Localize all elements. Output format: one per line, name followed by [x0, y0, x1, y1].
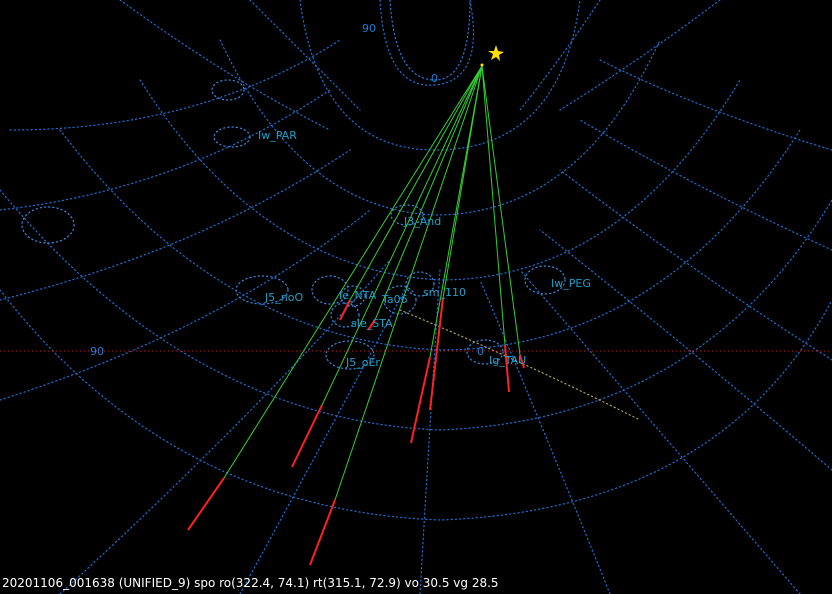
meteor-tracks	[187, 65, 525, 566]
meteor-track-line	[223, 65, 483, 479]
grid-parallel	[139, 79, 741, 281]
meteor-track-line	[321, 65, 483, 406]
meteor-trail-segment	[309, 499, 336, 566]
grid-meridian	[519, 0, 601, 111]
grid-meridian	[559, 0, 721, 111]
radiant-star-shape	[488, 45, 504, 61]
grid-parallel	[299, 0, 581, 151]
station-label-sm-110: sm_110	[423, 286, 466, 299]
grid-parallel	[379, 0, 474, 86]
grid-meridian	[539, 229, 832, 471]
grid-meridian	[0, 149, 351, 301]
grid-label-top-0: 0	[431, 72, 438, 85]
station-label-iw-peg: Iw_PEG	[551, 277, 591, 290]
grid-meridian	[559, 169, 832, 361]
grid-meridian	[0, 209, 371, 401]
grid-meridian	[119, 0, 331, 131]
station-label-iw-par: Iw_PAR	[258, 129, 297, 142]
status-bar-text: 20201106_001638 (UNIFIED_9) spo ro(322.4…	[2, 576, 499, 590]
grid-meridian	[9, 39, 341, 131]
grid-label-left-90: 90	[90, 345, 104, 358]
station-fov-ellipse	[213, 126, 251, 148]
grid-meridian	[519, 269, 801, 594]
grid-pole-arc	[389, 0, 471, 81]
radiant-star-icon	[480, 45, 504, 67]
meteor-track-line	[481, 65, 521, 356]
station-label-j5-oer: J5_oEr	[345, 356, 380, 369]
grid-meridian	[249, 0, 361, 111]
grid-meridian	[59, 259, 391, 594]
meteor-trail-segment	[291, 404, 323, 468]
station-label-ig-tau: Ig_TAU	[489, 354, 526, 367]
meteor-trail-segment	[504, 344, 510, 393]
meteor-trail-segment	[410, 356, 431, 444]
station-label-ie-nta: Ie_NTA	[339, 289, 377, 302]
station-label-sie-sta: sIe_STA	[351, 317, 393, 330]
grid-parallel	[59, 129, 801, 351]
meteor-trail-segment	[187, 477, 225, 531]
coordinate-grid	[0, 0, 832, 594]
meteor-track-line	[334, 65, 483, 501]
station-label-j5-noo: J5_noO	[264, 291, 303, 304]
grid-parallel	[0, 289, 832, 521]
radiant-dot	[480, 63, 484, 67]
grid-meridian	[0, 89, 331, 211]
meteor-track-line	[374, 65, 483, 321]
station-label-j3-and: J3_And	[403, 215, 441, 228]
station-fov-ellipse	[211, 79, 245, 101]
meteor-track-line	[481, 65, 506, 346]
sky-projection-view: 90 0 90 0 Iw_PAR J3_And J5_noO Ie_NTA Ta…	[0, 0, 832, 594]
grid-label-right-0: 0	[477, 345, 484, 358]
grid-label-top-90: 90	[362, 22, 376, 35]
grid-meridian	[579, 119, 832, 251]
grid-meridian	[599, 59, 832, 151]
station-fov-circles	[21, 79, 641, 421]
grid-meridian	[479, 279, 611, 594]
station-label-ta06: Ta06	[381, 293, 408, 306]
meteor-trail-segment	[429, 297, 444, 411]
